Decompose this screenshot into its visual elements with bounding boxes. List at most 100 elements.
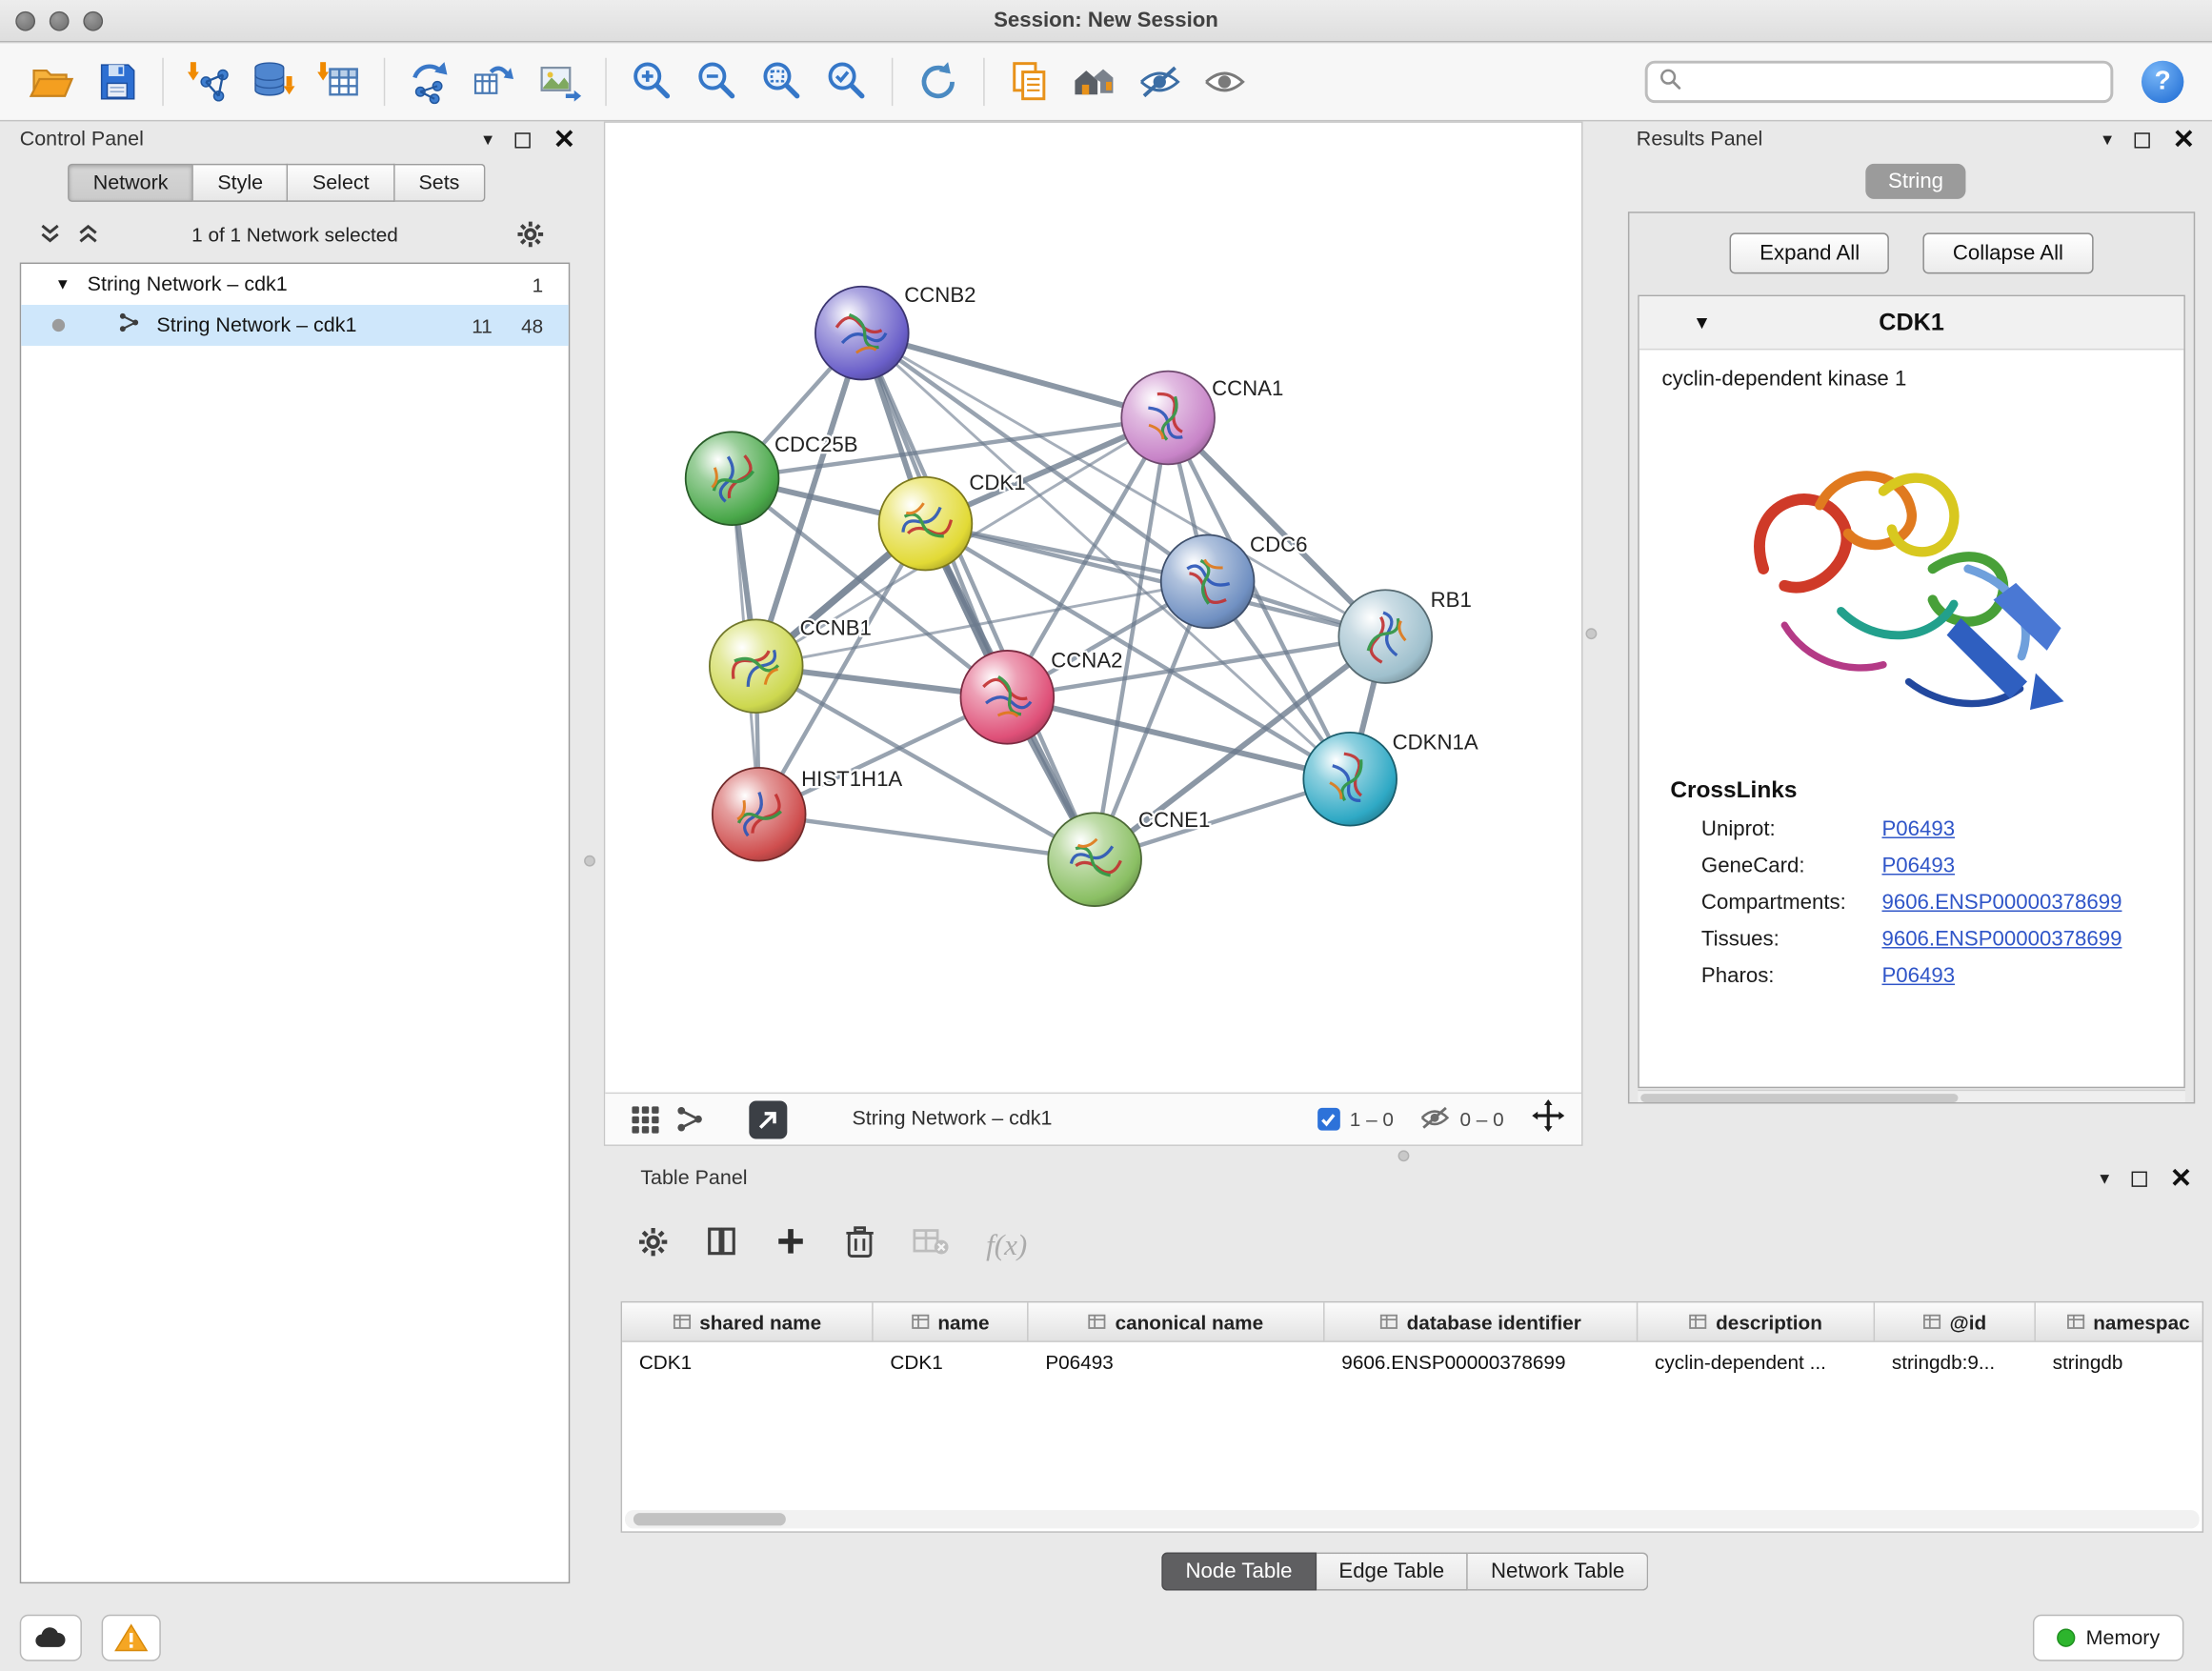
panel-float-icon[interactable] xyxy=(515,132,531,148)
node-CCNB1[interactable] xyxy=(710,619,803,713)
collapse-all-button[interactable]: Collapse All xyxy=(1923,232,2093,273)
zoom-fit-icon[interactable] xyxy=(749,52,814,111)
node-CCNB2[interactable] xyxy=(815,287,909,380)
network-collection-row[interactable]: ▼ String Network – cdk1 1 xyxy=(21,264,569,305)
node-CDC25B[interactable] xyxy=(686,432,779,525)
network-overview-icon[interactable] xyxy=(667,1098,712,1140)
tab-edge-table[interactable]: Edge Table xyxy=(1317,1553,1469,1591)
column-header-database-identifier[interactable]: database identifier xyxy=(1325,1302,1639,1340)
network-options-gear-icon[interactable] xyxy=(516,220,545,255)
tab-string[interactable]: String xyxy=(1865,164,1965,199)
column-header-name[interactable]: name xyxy=(874,1302,1029,1340)
tab-select[interactable]: Select xyxy=(289,164,395,202)
results-panel-title: Results Panel xyxy=(1637,129,1762,151)
copy-documents-icon[interactable] xyxy=(997,52,1062,111)
table-options-gear-icon[interactable] xyxy=(637,1226,669,1264)
network-label: String Network – cdk1 xyxy=(156,314,356,337)
node-HIST1H1A[interactable] xyxy=(713,768,806,861)
node-CCNA2[interactable] xyxy=(960,651,1054,744)
node-label-CCNA1: CCNA1 xyxy=(1212,376,1283,400)
import-network-file-icon[interactable] xyxy=(176,52,241,111)
crosslink-value[interactable]: P06493 xyxy=(1881,963,1955,987)
crosslink-row: Tissues:9606.ENSP00000378699 xyxy=(1639,920,2184,957)
node-label-RB1: RB1 xyxy=(1431,588,1472,612)
node-CDC6[interactable] xyxy=(1161,534,1255,628)
node-CDK1[interactable] xyxy=(879,477,973,571)
column-header-shared-name[interactable]: shared name xyxy=(622,1302,874,1340)
refresh-layout-icon[interactable] xyxy=(906,52,971,111)
node-CCNE1[interactable] xyxy=(1048,813,1141,906)
delete-table-icon[interactable] xyxy=(913,1227,950,1262)
panel-float-icon[interactable] xyxy=(2135,132,2150,148)
crosslink-value[interactable]: 9606.ENSP00000378699 xyxy=(1881,927,2122,951)
tree-disclosure-icon[interactable]: ▼ xyxy=(55,276,70,293)
column-header-namespac[interactable]: namespac xyxy=(2036,1302,2203,1340)
function-builder-icon[interactable]: f(x) xyxy=(986,1227,1027,1262)
hide-annotations-icon[interactable] xyxy=(1127,52,1192,111)
results-horizontal-scrollbar[interactable] xyxy=(1638,1090,2185,1102)
hidden-eye-icon[interactable] xyxy=(1419,1104,1451,1134)
import-table-icon[interactable] xyxy=(306,52,371,111)
control-panel-header: Control Panel ▾ ✕ xyxy=(9,121,581,158)
tab-network[interactable]: Network xyxy=(68,164,193,202)
panel-close-icon[interactable]: ✕ xyxy=(2170,1171,2193,1186)
selected-checkbox-icon[interactable] xyxy=(1317,1108,1340,1131)
zoom-in-icon[interactable] xyxy=(619,52,684,111)
delete-column-trash-icon[interactable] xyxy=(844,1223,876,1265)
panel-menu-icon[interactable]: ▾ xyxy=(483,129,493,151)
export-image-icon[interactable] xyxy=(528,52,593,111)
tab-network-table[interactable]: Network Table xyxy=(1468,1553,1648,1591)
network-canvas[interactable]: CCNB2CCNA1CDC25BCDK1CDC6RB1CCNB1CCNA2CDK… xyxy=(605,123,1581,1093)
node-CCNA1[interactable] xyxy=(1121,372,1215,465)
node-RB1[interactable] xyxy=(1338,590,1432,683)
table-horizontal-scrollbar[interactable] xyxy=(625,1510,2200,1528)
gene-detail-header[interactable]: ▼ CDK1 xyxy=(1639,296,2184,350)
network-row-selected[interactable]: String Network – cdk1 11 48 xyxy=(21,305,569,346)
cloud-status-button[interactable] xyxy=(20,1615,82,1661)
edge-CDK1-RB1[interactable] xyxy=(925,524,1385,637)
panel-float-icon[interactable] xyxy=(2132,1171,2147,1186)
add-column-icon[interactable] xyxy=(774,1225,807,1264)
pan-crosshair-icon[interactable] xyxy=(1532,1099,1564,1138)
node-CDKN1A[interactable] xyxy=(1303,733,1397,826)
expand-all-button[interactable]: Expand All xyxy=(1730,232,1889,273)
memory-button[interactable]: Memory xyxy=(2032,1615,2183,1661)
import-network-database-icon[interactable] xyxy=(241,52,306,111)
crosslink-value[interactable]: 9606.ENSP00000378699 xyxy=(1881,890,2122,914)
save-session-icon[interactable] xyxy=(85,52,150,111)
help-icon[interactable]: ? xyxy=(2142,61,2183,103)
grid-view-icon[interactable] xyxy=(622,1098,667,1140)
new-table-from-network-icon[interactable] xyxy=(463,52,528,111)
column-header--id[interactable]: @id xyxy=(1875,1302,2036,1340)
right-splitter-handle[interactable] xyxy=(1585,628,1597,639)
edge-HIST1H1A-CCNE1[interactable] xyxy=(759,815,1095,859)
new-network-from-selection-icon[interactable] xyxy=(398,52,463,111)
panel-menu-icon[interactable]: ▾ xyxy=(2102,129,2112,151)
column-header-description[interactable]: description xyxy=(1638,1302,1875,1340)
search-input[interactable] xyxy=(1690,70,2099,93)
show-graphics-eye-icon[interactable] xyxy=(1192,52,1257,111)
warning-button[interactable] xyxy=(102,1615,161,1661)
left-splitter-handle[interactable] xyxy=(584,856,595,867)
crosslink-value[interactable]: P06493 xyxy=(1881,816,1955,840)
panel-menu-icon[interactable]: ▾ xyxy=(2100,1167,2109,1190)
home-networks-icon[interactable] xyxy=(1062,52,1127,111)
tab-sets[interactable]: Sets xyxy=(394,164,485,202)
tab-node-table[interactable]: Node Table xyxy=(1161,1553,1316,1591)
panel-close-icon[interactable]: ✕ xyxy=(553,132,576,148)
horizontal-splitter-handle[interactable] xyxy=(1398,1150,1410,1161)
crosslink-value[interactable]: P06493 xyxy=(1881,854,1955,877)
panel-close-icon[interactable]: ✕ xyxy=(2173,132,2196,148)
table-toolbar: f(x) xyxy=(637,1214,1027,1276)
toolbar-search[interactable] xyxy=(1645,61,2114,103)
table-cell: CDK1 xyxy=(874,1342,1029,1380)
show-columns-icon[interactable] xyxy=(705,1225,737,1264)
open-session-icon[interactable] xyxy=(20,52,85,111)
column-header-canonical-name[interactable]: canonical name xyxy=(1029,1302,1325,1340)
table-row[interactable]: CDK1CDK1P064939606.ENSP00000378699cyclin… xyxy=(622,1342,2202,1380)
collapse-section-icon[interactable]: ▼ xyxy=(1693,312,1711,332)
tab-style[interactable]: Style xyxy=(193,164,289,202)
zoom-out-icon[interactable] xyxy=(684,52,749,111)
birdseye-view-icon[interactable] xyxy=(749,1100,787,1138)
zoom-selected-icon[interactable] xyxy=(814,52,878,111)
